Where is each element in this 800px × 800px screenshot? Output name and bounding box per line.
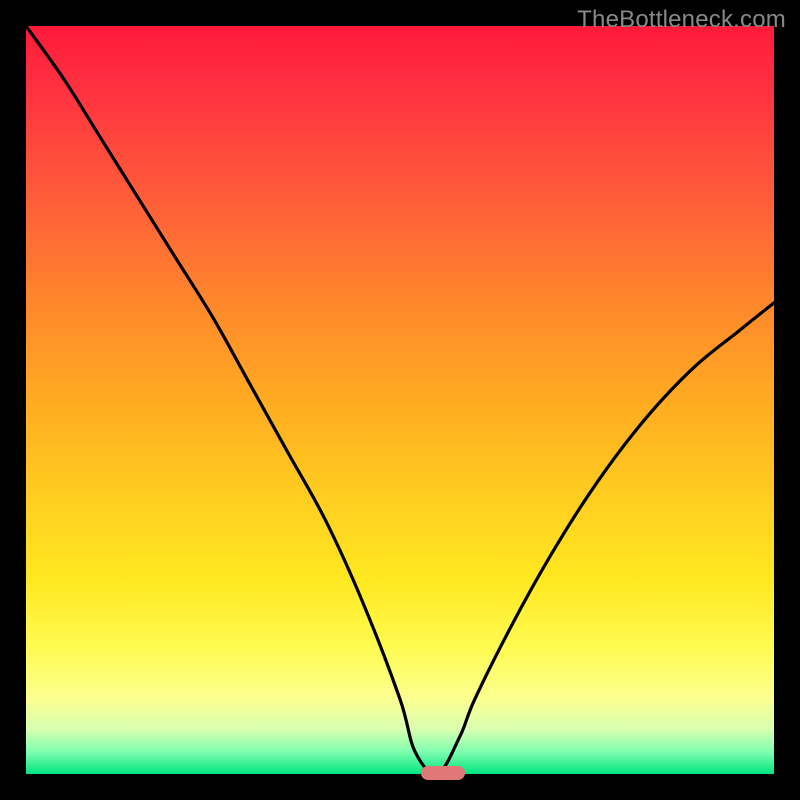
optimum-marker bbox=[421, 766, 465, 780]
bottleneck-curve bbox=[26, 26, 774, 774]
site-watermark: TheBottleneck.com bbox=[577, 6, 786, 34]
gradient-plot-area bbox=[26, 26, 774, 774]
frame: TheBottleneck.com bbox=[0, 0, 800, 800]
